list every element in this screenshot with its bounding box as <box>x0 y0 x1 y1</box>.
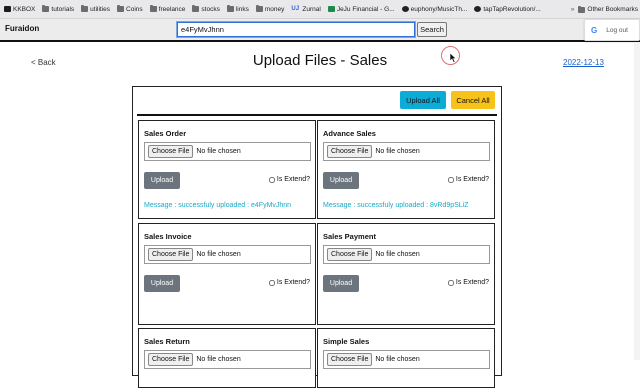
is-extend-checkbox[interactable]: Is Extend? <box>268 176 310 183</box>
card-sales-return: Sales Return Choose File No file chosen <box>138 328 316 388</box>
card-title: Simple Sales <box>323 337 370 346</box>
card-advance-sales: Advance Sales Choose File No file chosen… <box>317 120 495 219</box>
google-account-widget[interactable]: G Log out <box>584 19 640 41</box>
folder-icon <box>117 5 125 12</box>
card-title: Sales Payment <box>323 232 376 241</box>
folder-icon <box>226 5 234 12</box>
logout-link[interactable]: Log out <box>606 27 628 34</box>
file-input[interactable]: Choose File No file chosen <box>323 142 490 161</box>
bookmark-tutorials[interactable]: tutorials <box>42 5 74 13</box>
card-sales-payment: Sales Payment Choose File No file chosen… <box>317 223 495 325</box>
zurnal-icon: UJ <box>291 6 300 12</box>
folder-icon <box>81 5 89 12</box>
file-status: No file chosen <box>375 251 420 258</box>
is-extend-checkbox[interactable]: Is Extend? <box>268 279 310 286</box>
card-simple-sales: Simple Sales Choose File No file chosen <box>317 328 495 388</box>
file-input[interactable]: Choose File No file chosen <box>144 142 311 161</box>
checkbox[interactable] <box>447 279 454 286</box>
upload-all-button[interactable]: Upload All <box>400 91 446 109</box>
bookmark-kkbox[interactable]: KKBOX <box>4 6 35 13</box>
checkbox[interactable] <box>447 176 454 183</box>
upload-message: Message : successfuly uploaded : e4FyMvJ… <box>144 202 292 209</box>
other-bookmarks[interactable]: Other Bookmarks <box>587 6 638 13</box>
upload-button[interactable]: Upload <box>144 275 180 292</box>
bookmark-stocks[interactable]: stocks <box>192 5 220 13</box>
card-sales-order: Sales Order Choose File No file chosen U… <box>138 120 316 219</box>
jeju-icon <box>327 6 335 12</box>
upload-panel: Upload All Cancel All Sales Order Choose… <box>132 86 502 388</box>
is-extend-label: Is Extend? <box>276 279 310 286</box>
card-title: Sales Return <box>144 337 190 346</box>
is-extend-label: Is Extend? <box>455 176 489 183</box>
folder-icon <box>149 5 157 12</box>
bookmark-money[interactable]: money <box>255 5 284 13</box>
is-extend-label: Is Extend? <box>455 279 489 286</box>
github-icon <box>474 6 482 12</box>
card-title: Sales Order <box>144 129 187 138</box>
panel-divider <box>137 114 497 116</box>
choose-file-button[interactable]: Choose File <box>148 248 194 261</box>
bookmark-euphony[interactable]: euphony/MusicTh... <box>401 6 467 13</box>
file-status: No file chosen <box>196 148 241 155</box>
mouse-cursor-icon <box>450 53 457 63</box>
search-input[interactable] <box>176 21 416 38</box>
folder-icon <box>42 5 50 12</box>
bookmark-zurnal[interactable]: UJ Zurnal <box>291 6 320 13</box>
file-status: No file chosen <box>196 251 241 258</box>
bookmark-taptap[interactable]: tapTapRevolution/... <box>474 6 541 13</box>
choose-file-button[interactable]: Choose File <box>327 248 373 261</box>
file-input[interactable]: Choose File No file chosen <box>144 245 311 264</box>
page-scrollbar[interactable] <box>634 42 640 360</box>
card-sales-invoice: Sales Invoice Choose File No file chosen… <box>138 223 316 325</box>
choose-file-button[interactable]: Choose File <box>148 145 194 158</box>
upload-button[interactable]: Upload <box>323 275 359 292</box>
checkbox[interactable] <box>268 279 275 286</box>
bookmark-utilities[interactable]: utilities <box>81 5 110 13</box>
folder-icon <box>255 5 263 12</box>
file-status: No file chosen <box>375 148 420 155</box>
card-title: Sales Invoice <box>144 232 192 241</box>
upload-message: Message : successfuly uploaded : 8vRd9pS… <box>323 202 469 209</box>
file-input[interactable]: Choose File No file chosen <box>323 245 490 264</box>
is-extend-checkbox[interactable]: Is Extend? <box>447 176 489 183</box>
bookmark-jeju[interactable]: JeJu Financial - G... <box>327 6 395 13</box>
checkbox[interactable] <box>268 176 275 183</box>
is-extend-checkbox[interactable]: Is Extend? <box>447 279 489 286</box>
cancel-all-button[interactable]: Cancel All <box>451 91 495 109</box>
folder-icon <box>578 5 586 13</box>
top-navbar: Furaidon Search <box>0 19 640 42</box>
page-title: Upload Files - Sales <box>252 52 388 69</box>
bookmark-freelance[interactable]: freelance <box>149 5 185 13</box>
folder-icon <box>192 5 200 12</box>
choose-file-button[interactable]: Choose File <box>327 145 373 158</box>
google-icon: G <box>591 25 598 35</box>
bookmark-links[interactable]: links <box>226 5 249 13</box>
github-icon <box>401 6 409 12</box>
upload-button[interactable]: Upload <box>323 172 359 189</box>
bookmarks-bar: KKBOX tutorials utilities Coins freelanc… <box>0 0 640 19</box>
bookmark-coins[interactable]: Coins <box>117 5 143 13</box>
kkbox-icon <box>4 6 11 12</box>
date-link[interactable]: 2022-12-13 <box>563 58 604 67</box>
card-title: Advance Sales <box>323 129 376 138</box>
bookmarks-overflow-chevron[interactable]: » <box>571 6 575 13</box>
search-button[interactable]: Search <box>417 22 447 37</box>
is-extend-label: Is Extend? <box>276 176 310 183</box>
brand-logo[interactable]: Furaidon <box>5 24 39 33</box>
upload-button[interactable]: Upload <box>144 172 180 189</box>
